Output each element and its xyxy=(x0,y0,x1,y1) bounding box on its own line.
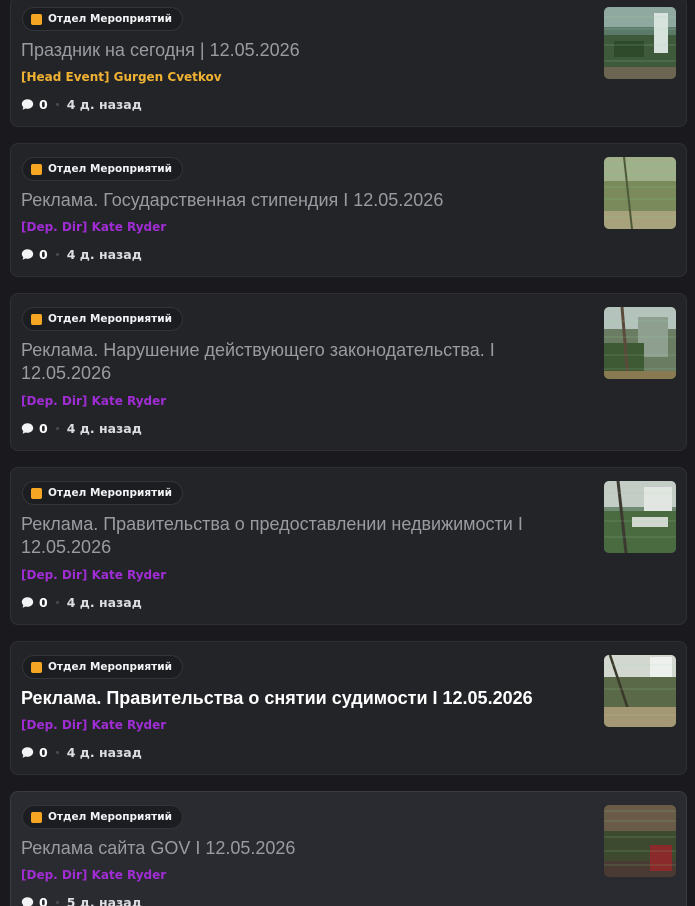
post-meta: 0 4 д. назад xyxy=(21,247,142,262)
post-meta: 0 4 д. назад xyxy=(21,97,142,112)
square-badge-icon xyxy=(31,13,42,25)
meta-separator xyxy=(55,601,59,604)
category-tag-label: Отдел Мероприятий xyxy=(48,163,172,175)
post-title[interactable]: Праздник на сегодня | 12.05.2026 xyxy=(21,39,556,62)
post-author[interactable]: [Head Event] Gurgen Cvetkov xyxy=(21,70,222,84)
post-card[interactable]: Отдел Мероприятий Реклама. Правительства… xyxy=(10,641,687,775)
comment-count: 0 xyxy=(39,97,48,112)
post-thumbnail[interactable] xyxy=(604,307,676,379)
post-card[interactable]: Отдел Мероприятий Реклама. Правительства… xyxy=(10,467,687,625)
post-author[interactable]: [Dep. Dir] Kate Ryder xyxy=(21,220,166,234)
post-card[interactable]: Отдел Мероприятий Реклама сайта GOV I 12… xyxy=(10,791,687,906)
meta-separator xyxy=(55,901,59,904)
comment-count: 0 xyxy=(39,247,48,262)
meta-separator xyxy=(55,427,59,430)
square-badge-icon xyxy=(31,811,42,823)
meta-separator xyxy=(55,253,59,256)
chat-bubble-icon xyxy=(21,597,34,608)
category-tag-label: Отдел Мероприятий xyxy=(48,13,172,25)
post-time: 4 д. назад xyxy=(66,745,142,760)
post-thumbnail[interactable] xyxy=(604,7,676,79)
post-thumbnail[interactable] xyxy=(604,157,676,229)
square-badge-icon xyxy=(31,661,42,673)
post-card[interactable]: Отдел Мероприятий Реклама. Нарушение дей… xyxy=(10,293,687,451)
chat-bubble-icon xyxy=(21,897,34,906)
category-tag[interactable]: Отдел Мероприятий xyxy=(22,655,183,679)
category-tag[interactable]: Отдел Мероприятий xyxy=(22,307,183,331)
meta-separator xyxy=(55,751,59,754)
post-meta: 0 5 д. назад xyxy=(21,895,142,906)
post-time: 4 д. назад xyxy=(66,595,142,610)
post-title[interactable]: Реклама. Правительства о снятии судимост… xyxy=(21,687,556,710)
post-title[interactable]: Реклама. Государственная стипендия I 12.… xyxy=(21,189,556,212)
post-meta: 0 4 д. назад xyxy=(21,421,142,436)
square-badge-icon xyxy=(31,163,42,175)
post-time: 4 д. назад xyxy=(66,247,142,262)
comment-count: 0 xyxy=(39,595,48,610)
post-title[interactable]: Реклама сайта GOV I 12.05.2026 xyxy=(21,837,556,860)
category-tag[interactable]: Отдел Мероприятий xyxy=(22,157,183,181)
square-badge-icon xyxy=(31,313,42,325)
post-meta: 0 4 д. назад xyxy=(21,595,142,610)
post-author[interactable]: [Dep. Dir] Kate Ryder xyxy=(21,568,166,582)
comment-count: 0 xyxy=(39,895,48,906)
post-time: 5 д. назад xyxy=(66,895,142,906)
category-tag[interactable]: Отдел Мероприятий xyxy=(22,481,183,505)
chat-bubble-icon xyxy=(21,423,34,434)
square-badge-icon xyxy=(31,487,42,499)
post-thumbnail[interactable] xyxy=(604,805,676,877)
post-author[interactable]: [Dep. Dir] Kate Ryder xyxy=(21,394,166,408)
post-author[interactable]: [Dep. Dir] Kate Ryder xyxy=(21,718,166,732)
category-tag-label: Отдел Мероприятий xyxy=(48,811,172,823)
forum-feed: Отдел Мероприятий Праздник на сегодня | … xyxy=(0,0,695,906)
post-meta: 0 4 д. назад xyxy=(21,745,142,760)
post-thumbnail[interactable] xyxy=(604,481,676,553)
comment-count: 0 xyxy=(39,421,48,436)
category-tag-label: Отдел Мероприятий xyxy=(48,487,172,499)
chat-bubble-icon xyxy=(21,249,34,260)
post-title[interactable]: Реклама. Нарушение действующего законода… xyxy=(21,339,556,385)
post-title[interactable]: Реклама. Правительства о предоставлении … xyxy=(21,513,556,559)
post-time: 4 д. назад xyxy=(66,97,142,112)
chat-bubble-icon xyxy=(21,99,34,110)
meta-separator xyxy=(55,103,59,106)
post-thumbnail[interactable] xyxy=(604,655,676,727)
category-tag[interactable]: Отдел Мероприятий xyxy=(22,7,183,31)
post-card[interactable]: Отдел Мероприятий Праздник на сегодня | … xyxy=(10,0,687,127)
post-author[interactable]: [Dep. Dir] Kate Ryder xyxy=(21,868,166,882)
category-tag[interactable]: Отдел Мероприятий xyxy=(22,805,183,829)
category-tag-label: Отдел Мероприятий xyxy=(48,313,172,325)
category-tag-label: Отдел Мероприятий xyxy=(48,661,172,673)
chat-bubble-icon xyxy=(21,747,34,758)
post-card[interactable]: Отдел Мероприятий Реклама. Государственн… xyxy=(10,143,687,277)
comment-count: 0 xyxy=(39,745,48,760)
post-time: 4 д. назад xyxy=(66,421,142,436)
